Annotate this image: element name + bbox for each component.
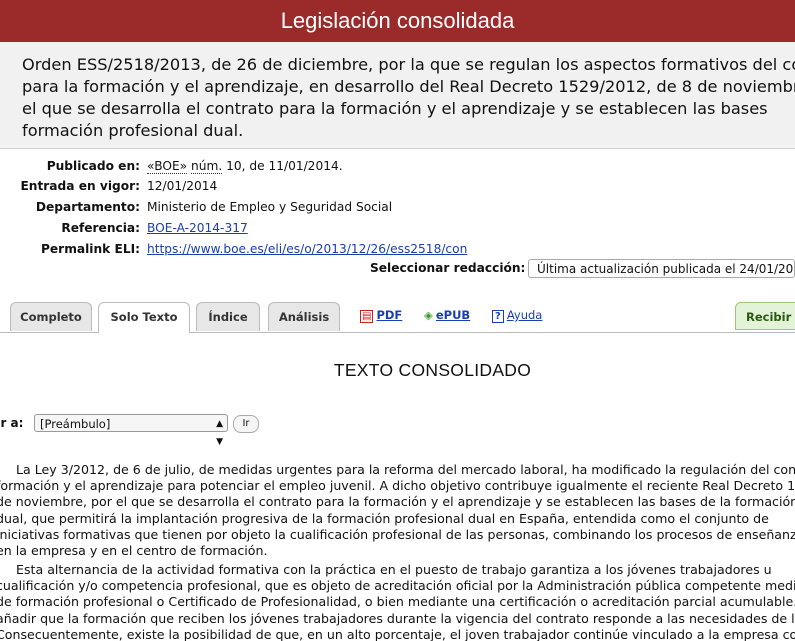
publicado-value: «BOE» núm. 10, de 11/01/2014. xyxy=(147,159,343,174)
document-heading: TEXTO CONSOLIDADO xyxy=(333,360,532,380)
paragraph: La Ley 3/2012, de 6 de julio, de medidas… xyxy=(0,462,795,559)
permalink-link[interactable]: https://www.boe.es/eli/es/o/2013/12/26/e… xyxy=(147,239,467,259)
summary-line: para la formación y el aprendizaje, en d… xyxy=(22,77,795,96)
departamento-value: Ministerio de Empleo y Seguridad Social xyxy=(147,200,393,214)
summary-line: formación profesional dual. xyxy=(22,121,244,140)
summary-line: el que se desarrolla el contrato para la… xyxy=(22,99,768,118)
pdf-icon: ▤ xyxy=(360,310,374,323)
ira-label: Ir a: xyxy=(0,416,24,430)
departamento-label: Departamento: xyxy=(35,200,140,214)
ira-select-value: [Preámbulo] xyxy=(40,417,111,431)
seleccionar-label: Seleccionar redacción: xyxy=(370,261,526,275)
tab-analisis[interactable]: Análisis xyxy=(268,302,340,331)
document-body: La Ley 3/2012, de 6 de julio, de medidas… xyxy=(0,460,795,641)
epub-icon: ◈ xyxy=(424,308,433,322)
page-header-title: Legislación consolidada xyxy=(0,0,795,42)
tab-solo-texto[interactable]: Solo Texto xyxy=(98,302,190,333)
tab-completo[interactable]: Completo xyxy=(10,302,92,331)
summary-text: Orden ESS/2518/2013, de 26 de diciembre,… xyxy=(22,54,795,142)
help-icon: ? xyxy=(492,310,504,323)
ayuda-link[interactable]: ? Ayuda xyxy=(492,306,542,324)
permalink-label: Permalink ELI: xyxy=(40,242,140,256)
referencia-link[interactable]: BOE-A-2014-317 xyxy=(147,218,248,238)
select-arrows-icon: ▲ ▼ xyxy=(216,419,223,447)
recibir-alertas-button[interactable]: Recibir a xyxy=(735,302,795,330)
entrada-value: 12/01/2014 xyxy=(147,179,218,193)
redaccion-select[interactable]: Última actualización publicada el 24/01/… xyxy=(528,259,795,278)
publicado-label: Publicado en: xyxy=(46,159,140,173)
document-summary: Orden ESS/2518/2013, de 26 de diciembre,… xyxy=(0,42,795,149)
tab-indice[interactable]: Índice xyxy=(196,302,260,331)
summary-line: Orden ESS/2518/2013, de 26 de diciembre,… xyxy=(22,55,795,74)
ir-button[interactable]: Ir xyxy=(233,415,259,433)
paragraph: Esta alternancia de la actividad formati… xyxy=(0,562,795,641)
referencia-label: Referencia: xyxy=(61,221,140,235)
pdf-link[interactable]: ▤ PDF xyxy=(360,306,402,324)
epub-link[interactable]: ◈ ePUB xyxy=(424,306,470,324)
seleccionar-redaccion: Seleccionar redacción: xyxy=(370,258,531,278)
entrada-label: Entrada en vigor: xyxy=(20,179,140,193)
ira-select[interactable]: [Preámbulo] ▲ ▼ xyxy=(34,414,228,447)
